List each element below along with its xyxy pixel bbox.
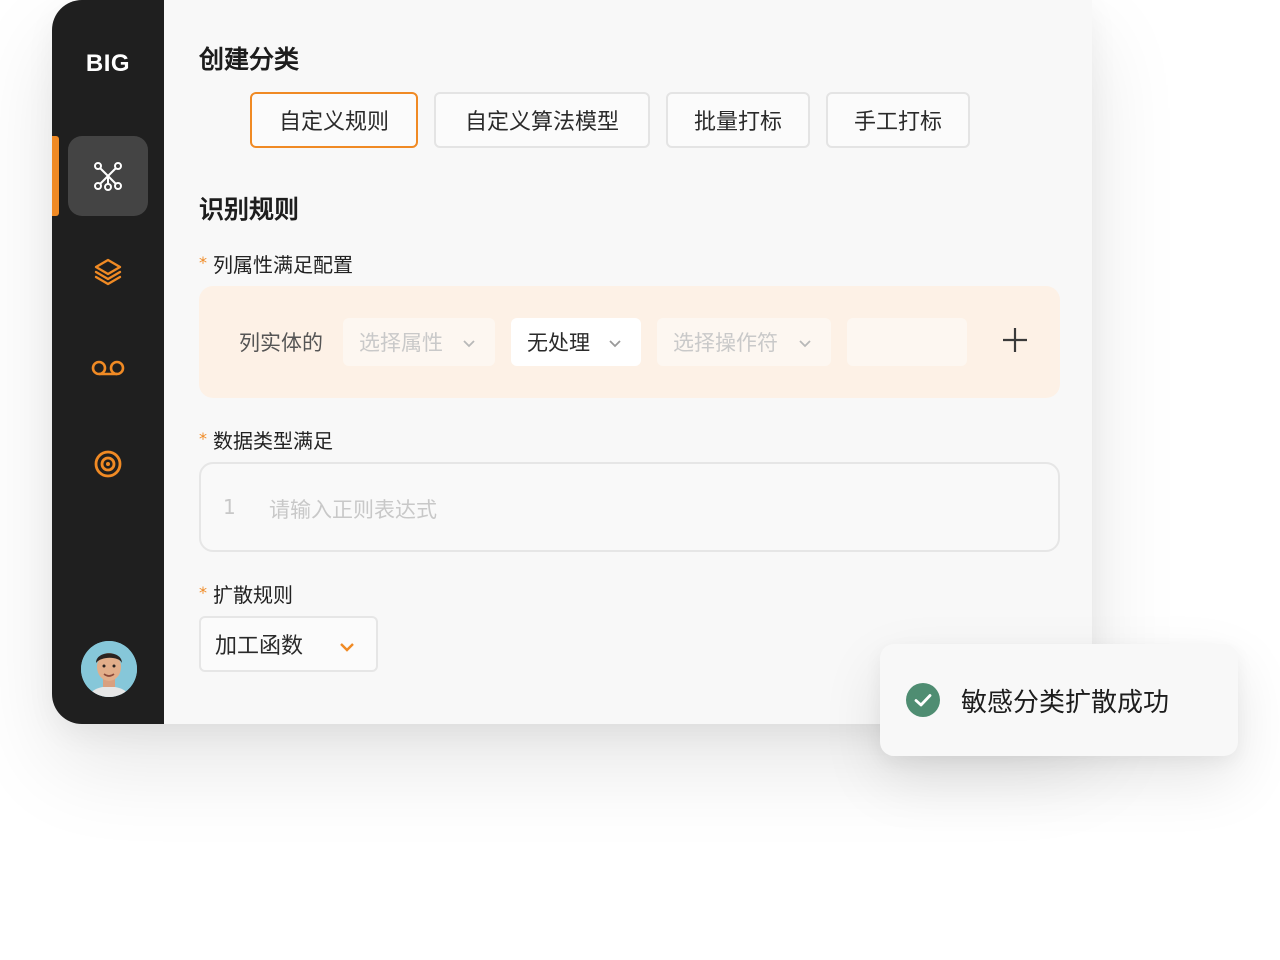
- plus-icon: [1001, 326, 1029, 358]
- tab-custom-rule[interactable]: 自定义规则: [250, 92, 418, 148]
- regex-editor[interactable]: 1 请输入正则表达式: [199, 462, 1060, 552]
- spread-rule-label: * 扩散规则: [199, 579, 293, 608]
- tab-manual-label[interactable]: 手工打标: [826, 92, 970, 148]
- column-config-text: 列属性满足配置: [213, 253, 353, 277]
- line-number: 1: [223, 495, 236, 519]
- main-content: 创建分类 自定义规则 自定义算法模型 批量打标 手工打标 识别规则 * 列属性满足…: [164, 0, 1092, 724]
- column-config-label: * 列属性满足配置: [199, 249, 353, 278]
- sidebar-item-network[interactable]: [68, 136, 148, 216]
- data-type-label: * 数据类型满足: [199, 425, 333, 454]
- spread-rule-value: 加工函数: [215, 634, 304, 659]
- sidebar-item-layers[interactable]: [68, 232, 148, 312]
- recognition-rules-title: 识别规则: [199, 195, 300, 224]
- data-type-text: 数据类型满足: [213, 429, 333, 453]
- processing-select-value: 无处理: [527, 331, 590, 355]
- layers-icon: [93, 257, 123, 287]
- add-condition-button[interactable]: [995, 322, 1035, 362]
- app-window: BIG 创建分类 自定义规则 自定义算法模型 批量打标 手工打标 识别规则 * …: [52, 0, 1092, 724]
- voicemail-icon: [91, 358, 125, 378]
- create-category-title: 创建分类: [199, 45, 300, 74]
- condition-prefix: 列实体的: [239, 331, 323, 355]
- condition-value-input[interactable]: [847, 318, 967, 366]
- required-mark: *: [199, 583, 207, 602]
- chevron-down-icon: [797, 332, 813, 356]
- spread-rule-text: 扩散规则: [213, 583, 293, 607]
- chevron-down-icon: [461, 332, 477, 356]
- operator-select-placeholder: 选择操作符: [673, 331, 778, 355]
- network-icon: [92, 160, 124, 192]
- spread-rule-select[interactable]: 加工函数: [199, 616, 378, 672]
- sidebar-item-target[interactable]: [68, 424, 148, 504]
- success-toast: 敏感分类扩散成功: [880, 644, 1238, 756]
- sidebar-item-voicemail[interactable]: [68, 328, 148, 408]
- user-avatar[interactable]: [81, 641, 137, 697]
- tab-batch-label[interactable]: 批量打标: [666, 92, 810, 148]
- active-nav-indicator: [52, 136, 59, 216]
- attribute-select[interactable]: 选择属性: [343, 318, 495, 366]
- regex-placeholder: 请输入正则表达式: [269, 498, 437, 522]
- required-mark: *: [199, 429, 207, 448]
- sidebar: BIG: [52, 0, 164, 724]
- target-icon: [93, 449, 123, 479]
- toast-message: 敏感分类扩散成功: [961, 688, 1170, 718]
- chevron-down-icon: [338, 637, 356, 662]
- chevron-down-icon: [607, 332, 623, 356]
- required-mark: *: [199, 253, 207, 272]
- processing-select[interactable]: 无处理: [511, 318, 641, 366]
- tab-custom-model[interactable]: 自定义算法模型: [434, 92, 650, 148]
- condition-row: 列实体的 选择属性 无处理 选择操作符: [199, 286, 1060, 398]
- attribute-select-placeholder: 选择属性: [359, 331, 443, 355]
- operator-select[interactable]: 选择操作符: [657, 318, 831, 366]
- check-circle-icon: [906, 683, 940, 717]
- brand-logo: BIG: [85, 50, 131, 77]
